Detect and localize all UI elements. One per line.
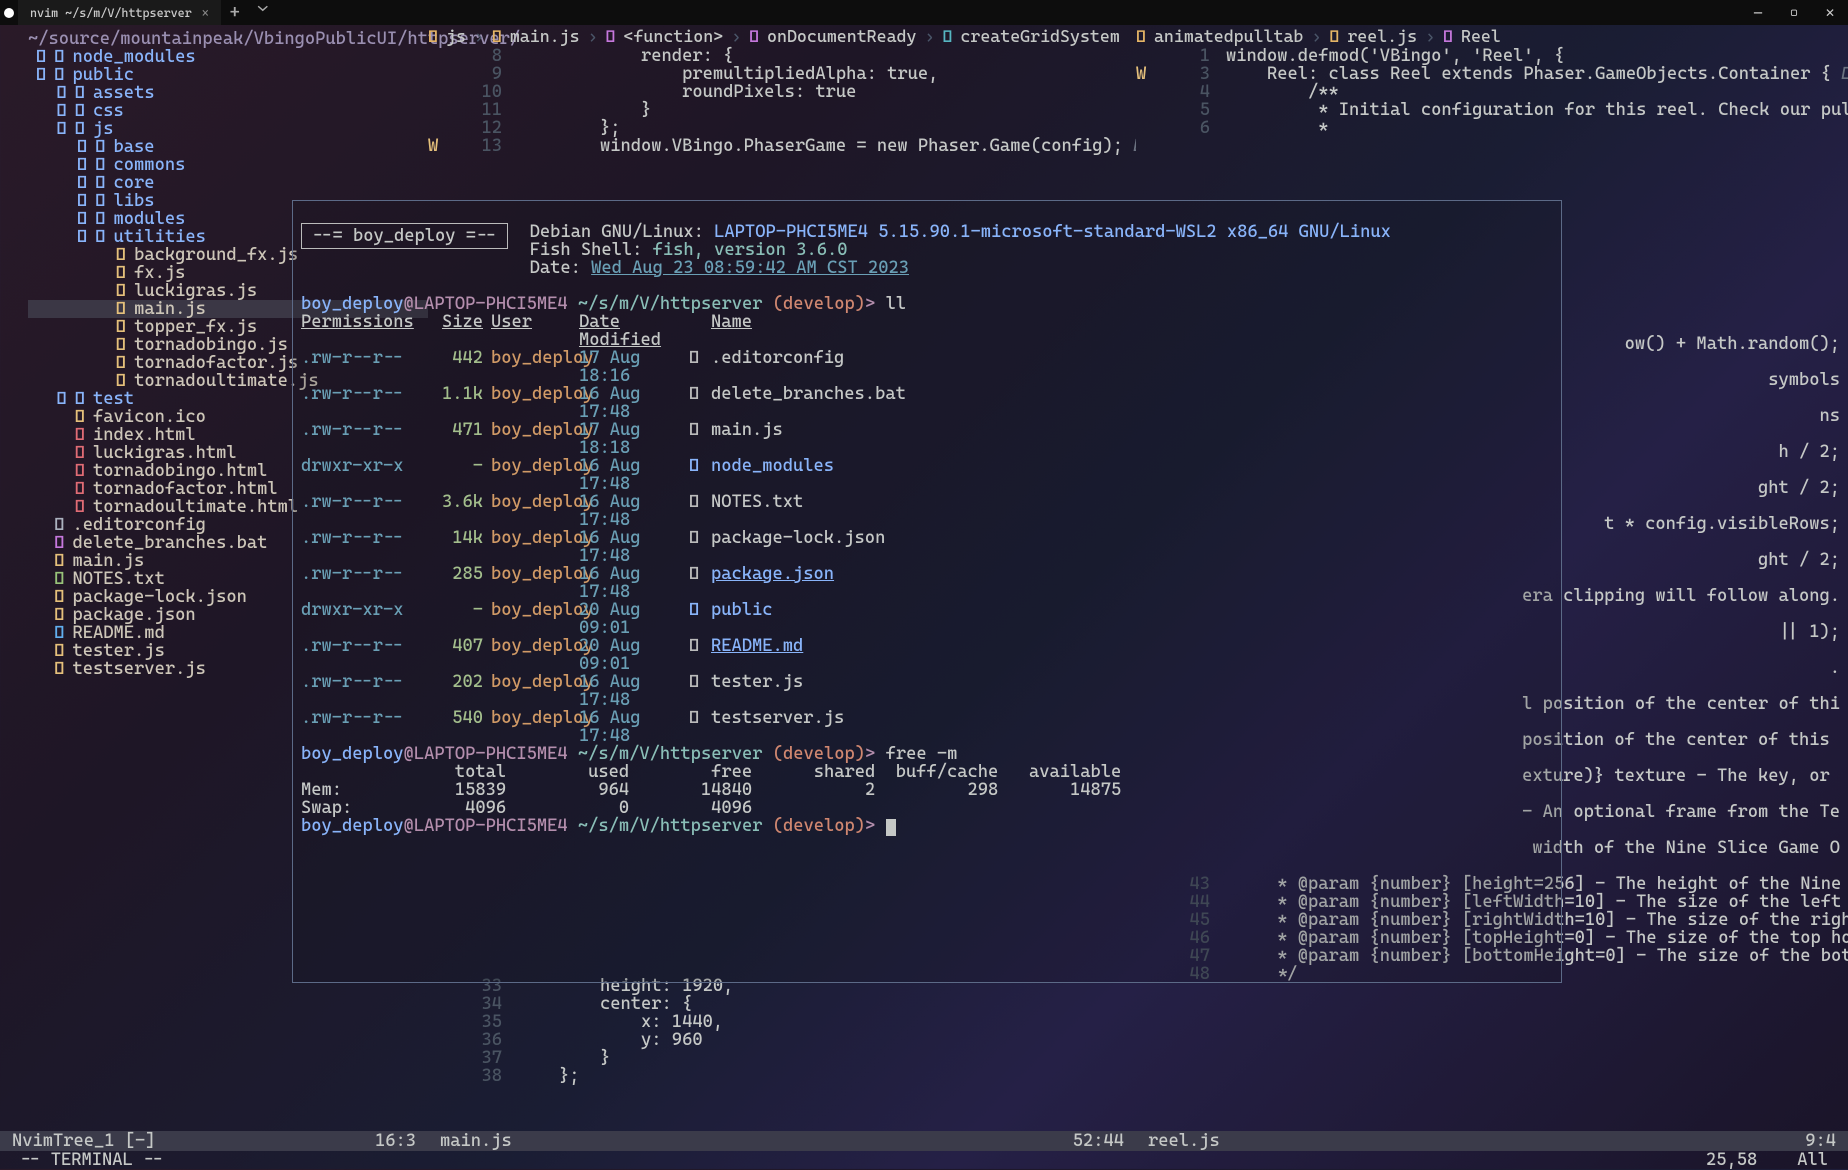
- free-output: total used free shared buff/cache availa…: [301, 763, 1553, 817]
- terminal-prompt-2: boy_deploy@LAPTOP-PHCI5ME4 ~/s/m/V/https…: [301, 745, 1553, 763]
- code-line[interactable]: 38 };: [428, 1067, 1136, 1085]
- ll-row: .rw-r--r--442boy_deploy17 Aug 18:16󰈔.edi…: [301, 349, 1553, 385]
- terminal-banner: --= boy_deploy =--: [301, 223, 508, 249]
- code-line[interactable]: 37 }: [428, 1049, 1136, 1067]
- file-tree-item[interactable]: 󰅂󰉋 node_modules: [28, 48, 428, 66]
- tab-active[interactable]: nvim ~/s/m/V/httpserver ×: [18, 0, 221, 25]
- scroll-percentage: All: [1797, 1150, 1828, 1170]
- window-close-button[interactable]: ✕: [1812, 0, 1848, 25]
- ll-row: .rw-r--r--1.1kboy_deploy16 Aug 17:48󰈔del…: [301, 385, 1553, 421]
- code-line[interactable]: 11 }: [428, 101, 1136, 119]
- breadcrumb-reel: 󰝰 animatedpulltab › 󰌞 reel.js › 󰠱 Reel: [1136, 25, 1848, 47]
- terminal-prompt-3[interactable]: boy_deploy@LAPTOP-PHCI5ME4 ~/s/m/V/https…: [301, 817, 1553, 836]
- folder-icon: 󰝰: [1136, 26, 1146, 46]
- ll-row: drwxr-xr-x-boy_deploy16 Aug 17:48󰝰node_m…: [301, 457, 1553, 493]
- ll-row: drwxr-xr-x-boy_deploy20 Aug 09:01󰝰public: [301, 601, 1553, 637]
- code-line[interactable]: 36 y: 960: [428, 1031, 1136, 1049]
- code-line[interactable]: 5 * Initial configuration for this reel.…: [1136, 101, 1848, 119]
- file-tree-item[interactable]: 󰅀󰝰 js: [28, 120, 428, 138]
- terminal-float[interactable]: --= boy_deploy =-- Debian GNU/Linux: LAP…: [292, 200, 1562, 983]
- os-icon: [0, 7, 18, 19]
- ll-row: .rw-r--r--471boy_deploy17 Aug 18:18󰈔main…: [301, 421, 1553, 457]
- file-tree-item[interactable]: 󰅂󰉋 commons: [28, 156, 428, 174]
- js-icon: 󰌞: [492, 26, 502, 46]
- terminal-prompt-1: boy_deploy@LAPTOP-PHCI5ME4 ~/s/m/V/https…: [301, 295, 1553, 313]
- function-icon: 󰊕: [749, 26, 759, 46]
- function-icon: 󰊕: [606, 26, 616, 46]
- window-minimize-button[interactable]: ─: [1740, 0, 1776, 25]
- ll-output: Permissions Size User Date Modified Name…: [301, 313, 1553, 745]
- statusbar-tree-pos: 16:3: [380, 1131, 428, 1151]
- folder-icon: 󰝰: [428, 26, 438, 46]
- terminal-cursor: [886, 819, 896, 836]
- code-line[interactable]: 35 x: 1440,: [428, 1013, 1136, 1031]
- js-icon: 󰌞: [1329, 26, 1339, 46]
- mode-indicator: -- TERMINAL --: [20, 1150, 164, 1170]
- file-tree-item[interactable]: 󰅂󰉋 core: [28, 174, 428, 192]
- code-line[interactable]: 4 /**: [1136, 83, 1848, 101]
- new-tab-button[interactable]: +: [221, 0, 249, 25]
- statusbar-tree-name: NvimTree_1 [-]: [0, 1131, 380, 1151]
- tab-dropdown-icon[interactable]: ⌄: [249, 0, 277, 25]
- code-line[interactable]: 1window.defmod('VBingo', 'Reel', {: [1136, 47, 1848, 65]
- window-maximize-button[interactable]: ▢: [1776, 0, 1812, 25]
- code-line[interactable]: W3 Reel: class Reel extends Phaser.GameO…: [1136, 65, 1848, 83]
- code-line[interactable]: W13 window.VBingo.PhaserGame = new Phase…: [428, 137, 1136, 155]
- var-icon: 󰀫: [942, 26, 952, 46]
- class-icon: 󰠱: [1443, 26, 1453, 46]
- titlebar: nvim ~/s/m/V/httpserver × + ⌄ ─ ▢ ✕: [0, 0, 1848, 25]
- statusbar-main-name: main.js: [428, 1131, 1068, 1151]
- statusbar-reel-name: reel.js: [1136, 1131, 1756, 1151]
- code-line[interactable]: 34 center: {: [428, 995, 1136, 1013]
- code-line[interactable]: 6 *: [1136, 119, 1848, 137]
- ll-row: .rw-r--r--202boy_deploy16 Aug 17:48󰈔test…: [301, 673, 1553, 709]
- modeline: -- TERMINAL -- 25,58 All: [0, 1151, 1848, 1169]
- file-tree-item[interactable]: 󰅂󰉋 assets: [28, 84, 428, 102]
- tab-title: nvim ~/s/m/V/httpserver: [30, 6, 192, 20]
- breadcrumb-main: 󰝰 js › 󰌞 main.js › 󰊕 <function> › 󰊕 onDo…: [428, 25, 1136, 47]
- code-line[interactable]: 12 };: [428, 119, 1136, 137]
- ll-row: .rw-r--r--285boy_deploy16 Aug 17:48󰈔pack…: [301, 565, 1553, 601]
- cursor-position: 25,58: [1706, 1150, 1757, 1170]
- code-line[interactable]: 9 premultipliedAlpha: true,: [428, 65, 1136, 83]
- file-tree-item[interactable]: 󰅀󰝰 public: [28, 66, 428, 84]
- file-tree-item[interactable]: 󰅂󰉋 css: [28, 102, 428, 120]
- code-line[interactable]: 10 roundPixels: true: [428, 83, 1136, 101]
- ll-row: .rw-r--r--407boy_deploy20 Aug 09:01󰈔READ…: [301, 637, 1553, 673]
- ll-row: .rw-r--r--14kboy_deploy16 Aug 17:48󰈔pack…: [301, 529, 1553, 565]
- ll-row: .rw-r--r--3.6kboy_deploy16 Aug 17:48󰈔NOT…: [301, 493, 1553, 529]
- statusbar: NvimTree_1 [-] 16:3 main.js 52:44 reel.j…: [0, 1131, 1848, 1151]
- file-tree-item[interactable]: 󰅂󰉋 base: [28, 138, 428, 156]
- statusbar-reel-pos: 9:4: [1793, 1131, 1848, 1151]
- code-line[interactable]: 8 render: {: [428, 47, 1136, 65]
- statusbar-main-pos: 52:44: [1068, 1131, 1136, 1151]
- ll-row: .rw-r--r--540boy_deploy16 Aug 17:48󰈔test…: [301, 709, 1553, 745]
- tab-close-icon[interactable]: ×: [202, 6, 209, 20]
- file-tree-root-path: ~/source/mountainpeak/VbingoPublicUI/htt…: [28, 30, 428, 48]
